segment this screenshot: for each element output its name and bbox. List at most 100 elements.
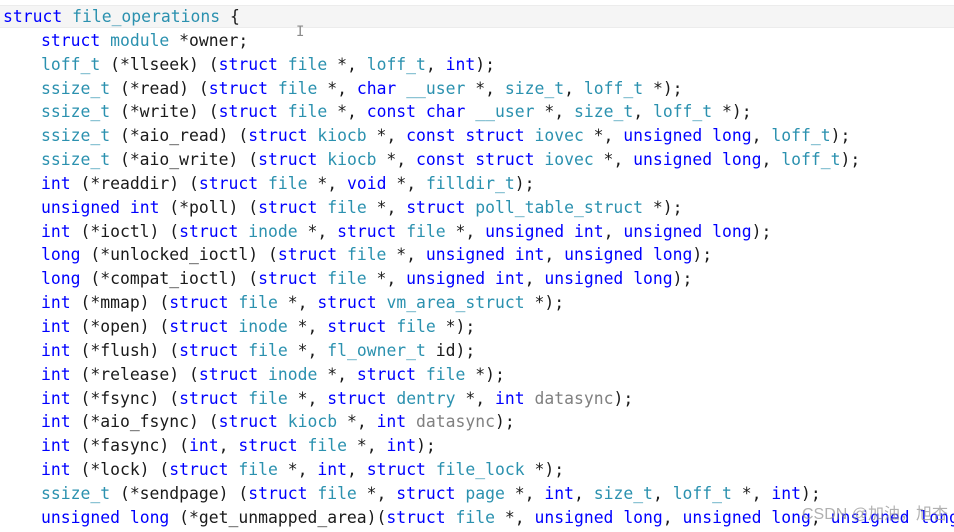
code-line[interactable]: int (*lock) (struct file *, int, struct …	[3, 458, 954, 482]
type-token: kiocb	[317, 126, 367, 146]
keyword-token: struct	[218, 102, 278, 122]
code-token: (*flush) (	[70, 340, 180, 360]
keyword-token: char	[356, 78, 397, 98]
keyword-token: long	[652, 245, 693, 265]
code-line[interactable]: int (*fsync) (struct file *, struct dent…	[3, 387, 954, 411]
keyword-token: struct	[396, 483, 456, 503]
code-line[interactable]: int (*release) (struct inode *, struct f…	[3, 363, 954, 387]
keyword-token: int	[771, 483, 801, 503]
keyword-token: long	[129, 507, 170, 527]
type-token: size_t	[593, 483, 653, 503]
code-token: *,	[366, 126, 407, 146]
code-token: ,	[761, 150, 782, 170]
code-line[interactable]: int (*aio_fsync) (struct kiocb *, int da…	[3, 410, 954, 434]
keyword-token: unsigned	[425, 245, 505, 265]
code-line[interactable]: long (*compat_ioctl) (struct file *, uns…	[3, 267, 954, 291]
code-line[interactable]: loff_t (*llseek) (struct file *, loff_t,…	[3, 53, 954, 77]
type-token: file	[248, 388, 288, 408]
code-line[interactable]: int (*mmap) (struct file *, struct vm_ar…	[3, 291, 954, 315]
keyword-token: int	[129, 197, 160, 217]
code-token: );	[416, 436, 436, 456]
code-line[interactable]: struct module *owner;	[3, 29, 954, 53]
code-token: *);	[524, 293, 565, 313]
type-token: file	[287, 102, 328, 122]
code-line[interactable]: ssize_t (*write) (struct file *, const c…	[3, 100, 954, 124]
code-line[interactable]: unsigned int (*poll) (struct file *, str…	[3, 196, 954, 220]
code-token: id);	[425, 340, 476, 360]
type-token: file	[238, 293, 278, 313]
code-line[interactable]: ssize_t (*aio_read) (struct kiocb *, con…	[3, 124, 954, 148]
code-token: );	[840, 150, 861, 170]
code-line[interactable]: ssize_t (*aio_write) (struct kiocb *, co…	[3, 148, 954, 172]
type-token: loff_t	[652, 102, 713, 122]
code-token: (*sendpage) (	[110, 483, 249, 503]
code-line-struct-header[interactable]: struct file_operations {	[3, 5, 954, 29]
code-token: *,	[346, 436, 387, 456]
code-token: *owner;	[169, 30, 249, 50]
type-token: file	[327, 197, 367, 217]
code-token: (*compat_ioctl) (	[80, 269, 259, 289]
keyword-token: unsigned	[564, 245, 644, 265]
code-token: *,	[287, 388, 328, 408]
code-line[interactable]: int (*ioctl) (struct inode *, struct fil…	[3, 220, 954, 244]
keyword-token: unsigned	[682, 507, 762, 527]
code-line[interactable]: ssize_t (*read) (struct file *, char __u…	[3, 77, 954, 101]
code-token: ,	[573, 483, 594, 503]
keyword-token: int	[41, 293, 71, 313]
code-line[interactable]: int (*fasync) (int, struct file *, int);	[3, 434, 954, 458]
keyword-token: struct	[327, 316, 387, 336]
keyword-token: long	[722, 150, 762, 170]
keyword-token: struct	[41, 30, 101, 50]
text-cursor-icon: I	[296, 24, 305, 40]
keyword-token: const	[416, 150, 466, 170]
type-token: inode	[248, 221, 298, 241]
keyword-token: struct	[248, 126, 308, 146]
keyword-token: struct	[179, 388, 239, 408]
code-token: *,	[317, 78, 357, 98]
code-line[interactable]: int (*flush) (struct file *, fl_owner_t …	[3, 339, 954, 363]
keyword-token: struct	[238, 436, 298, 456]
type-token: ssize_t	[41, 102, 111, 122]
code-line[interactable]: int (*open) (struct inode *, struct file…	[3, 315, 954, 339]
keyword-token: struct	[179, 221, 239, 241]
code-editor[interactable]: struct file_operations {struct module *o…	[0, 0, 954, 532]
keyword-token: struct	[3, 7, 63, 26]
type-token: vm_area_struct	[386, 293, 525, 313]
keyword-token: int	[376, 412, 407, 432]
type-token: file	[406, 221, 446, 241]
code-token: );	[475, 54, 496, 74]
code-token: ,	[751, 126, 772, 146]
keyword-token: int	[189, 436, 219, 456]
code-token: *,	[534, 102, 574, 122]
keyword-token: int	[445, 54, 476, 74]
code-line[interactable]: int (*readdir) (struct file *, void *, f…	[3, 172, 954, 196]
type-token: file	[317, 483, 357, 503]
code-token: (*aio_read) (	[110, 126, 249, 146]
code-token: (*readdir) (	[70, 173, 199, 193]
code-token: *,	[376, 150, 417, 170]
code-content[interactable]: struct file_operations {struct module *o…	[3, 5, 954, 530]
code-token: (*ioctl) (	[70, 221, 180, 241]
keyword-token: int	[41, 412, 71, 432]
type-token: file	[238, 460, 278, 480]
code-line[interactable]: long (*unlocked_ioctl) (struct file *, u…	[3, 243, 954, 267]
keyword-token: int	[41, 364, 71, 384]
code-token: ,	[662, 507, 683, 527]
type-token: loff_t	[781, 150, 841, 170]
keyword-token: struct	[169, 293, 229, 313]
code-token: (*aio_fsync) (	[70, 412, 219, 432]
keyword-token: int	[41, 436, 71, 456]
type-token: module	[110, 30, 170, 50]
keyword-token: int	[41, 173, 71, 193]
watermark: CSDN @加油，旭杏	[801, 506, 948, 523]
keyword-token: struct	[169, 316, 229, 336]
code-token: *);	[524, 460, 565, 480]
